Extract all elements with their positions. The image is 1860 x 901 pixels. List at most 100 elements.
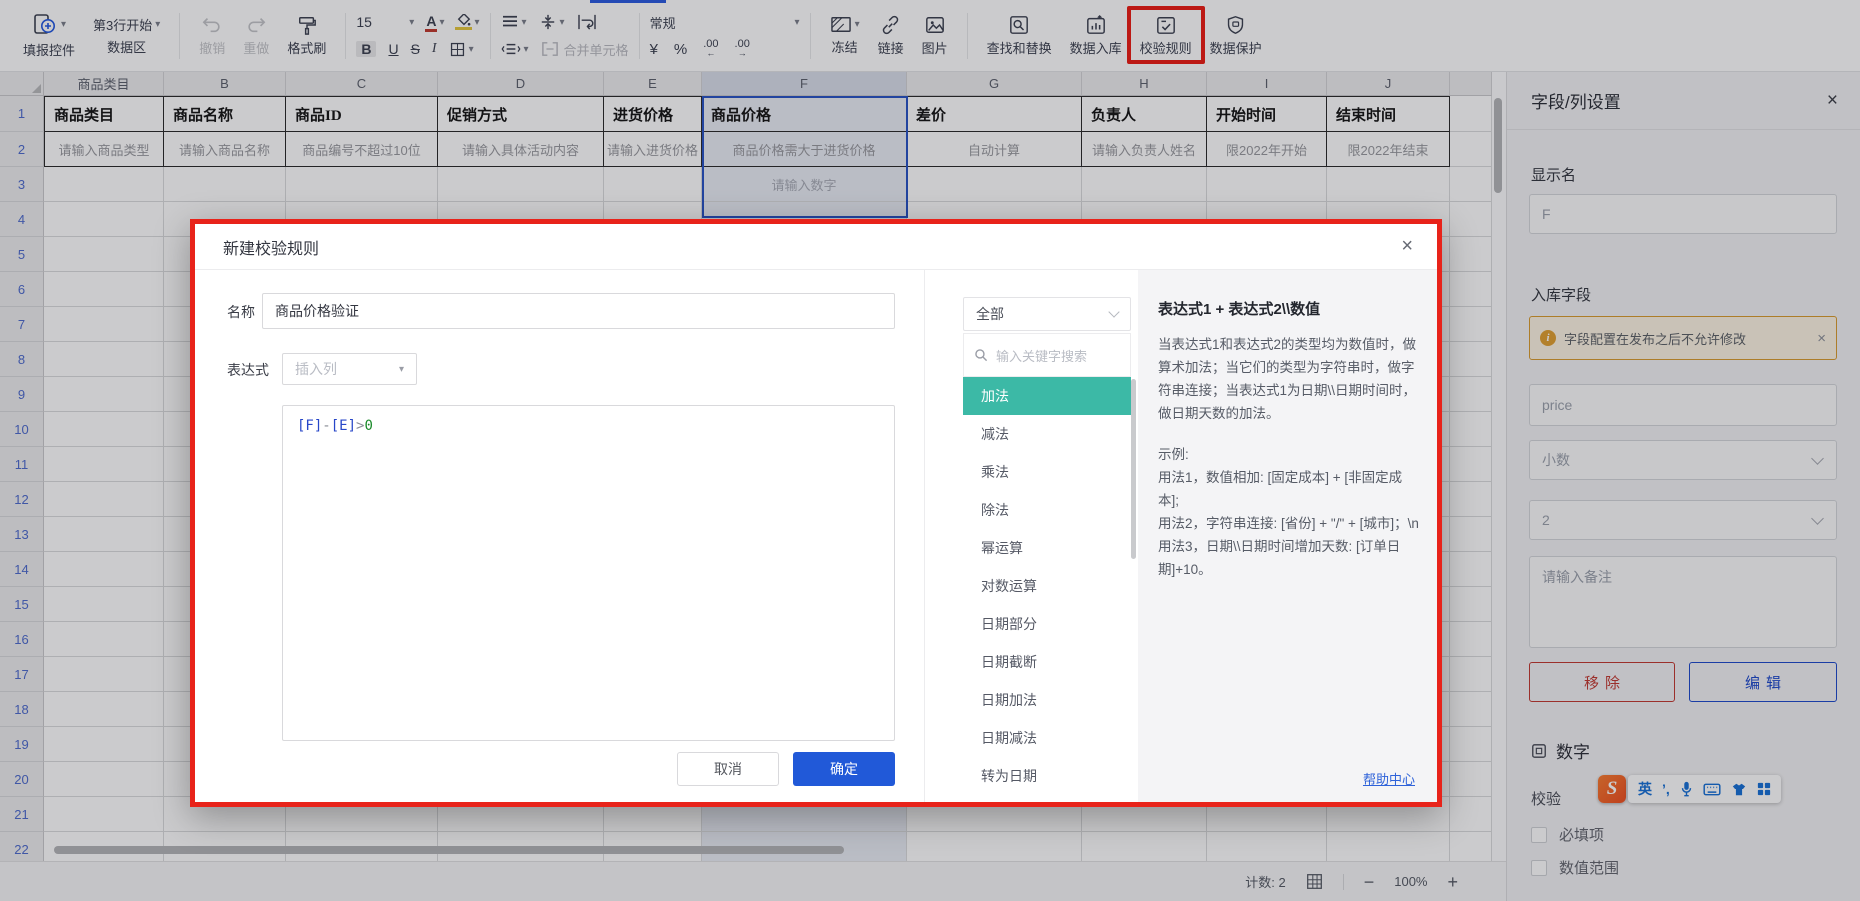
row-number[interactable]: 20: [0, 762, 44, 797]
cell[interactable]: [44, 377, 164, 412]
function-item[interactable]: 加法: [963, 377, 1131, 415]
function-item[interactable]: 日期减法: [963, 719, 1131, 757]
row-number[interactable]: 17: [0, 657, 44, 692]
cell[interactable]: [44, 202, 164, 237]
row-number[interactable]: 5: [0, 237, 44, 272]
col-header[interactable]: H: [1082, 72, 1207, 96]
format-painter-button[interactable]: 格式刷: [278, 15, 335, 57]
cell[interactable]: [44, 727, 164, 762]
row-number[interactable]: 19: [0, 727, 44, 762]
horizontal-scrollbar-thumb[interactable]: [54, 846, 844, 854]
cell[interactable]: [44, 622, 164, 657]
cell[interactable]: [1450, 587, 1492, 622]
percent-format-button[interactable]: %: [674, 41, 687, 58]
function-item[interactable]: 日期截断: [963, 643, 1131, 681]
cell[interactable]: 请输入商品类型: [44, 132, 164, 167]
currency-format-button[interactable]: ¥: [650, 41, 658, 58]
font-color-button[interactable]: A ▾: [426, 13, 444, 32]
cell[interactable]: [1450, 762, 1492, 797]
cell[interactable]: [1450, 692, 1492, 727]
display-name-input[interactable]: F: [1529, 194, 1837, 234]
cell[interactable]: [1450, 482, 1492, 517]
col-header[interactable]: D: [438, 72, 604, 96]
vertical-align-button[interactable]: ▾: [539, 14, 565, 30]
fill-color-button[interactable]: ▾: [456, 14, 479, 30]
rule-name-input[interactable]: 商品价格验证: [262, 293, 895, 329]
warning-close-icon[interactable]: ×: [1817, 330, 1826, 347]
number-format-select[interactable]: 常规: [650, 13, 676, 32]
col-header[interactable]: G: [907, 72, 1082, 96]
cell[interactable]: [1450, 342, 1492, 377]
cell[interactable]: [44, 342, 164, 377]
row-number[interactable]: 10: [0, 412, 44, 447]
help-center-link[interactable]: 帮助中心: [1363, 769, 1415, 788]
cell[interactable]: [44, 482, 164, 517]
cell[interactable]: 自动计算: [907, 132, 1082, 167]
borders-button[interactable]: ▾: [449, 41, 474, 58]
cell[interactable]: [1450, 307, 1492, 342]
image-button[interactable]: 图片: [913, 15, 957, 57]
validation-rules-button[interactable]: 校验规则: [1131, 15, 1201, 57]
ime-punctuation-toggle[interactable]: ’,: [1662, 781, 1670, 797]
decimal-places-select[interactable]: 2: [1529, 500, 1837, 540]
cell[interactable]: [44, 307, 164, 342]
row-number[interactable]: 3: [0, 167, 44, 202]
cell[interactable]: [907, 167, 1082, 202]
ok-button[interactable]: 确定: [793, 752, 895, 786]
row-number[interactable]: 4: [0, 202, 44, 237]
sogou-logo-icon[interactable]: S: [1598, 775, 1626, 803]
function-item[interactable]: 乘法: [963, 453, 1131, 491]
merge-cells-button[interactable]: 合并单元格: [541, 40, 629, 59]
cell[interactable]: [44, 552, 164, 587]
cell[interactable]: [1450, 96, 1492, 132]
cell[interactable]: 请输入商品名称: [164, 132, 286, 167]
indent-button[interactable]: ▾: [501, 42, 529, 56]
row-number[interactable]: 22: [0, 832, 44, 861]
data-protect-button[interactable]: 数据保护: [1201, 15, 1271, 57]
expression-editor[interactable]: [F]-[E]>0: [282, 405, 895, 741]
col-header[interactable]: I: [1207, 72, 1327, 96]
row-number[interactable]: 16: [0, 622, 44, 657]
row-number[interactable]: 12: [0, 482, 44, 517]
function-item[interactable]: 减法: [963, 415, 1131, 453]
microphone-icon[interactable]: [1680, 781, 1693, 797]
grid-view-icon[interactable]: [1306, 873, 1323, 890]
cell[interactable]: [44, 412, 164, 447]
row-number[interactable]: 18: [0, 692, 44, 727]
cell[interactable]: 商品名称: [164, 96, 286, 132]
function-list-scrollbar[interactable]: [1131, 379, 1136, 559]
cancel-button[interactable]: 取消: [677, 752, 779, 786]
select-all-corner[interactable]: [0, 72, 44, 96]
cell[interactable]: [1207, 167, 1327, 202]
function-item[interactable]: 除法: [963, 491, 1131, 529]
zoom-out-button[interactable]: −: [1364, 874, 1375, 890]
function-search[interactable]: 输入关键字搜索: [963, 333, 1131, 377]
wrap-text-button[interactable]: [577, 14, 597, 30]
row-number[interactable]: 6: [0, 272, 44, 307]
cell[interactable]: [44, 762, 164, 797]
cell[interactable]: [44, 797, 164, 832]
row-number[interactable]: 8: [0, 342, 44, 377]
cell[interactable]: 请输入数字: [702, 167, 907, 202]
function-item[interactable]: 日期加法: [963, 681, 1131, 719]
vertical-scrollbar[interactable]: [1494, 96, 1502, 844]
col-header[interactable]: F: [702, 72, 907, 96]
cell[interactable]: [1450, 517, 1492, 552]
remove-button[interactable]: 移除: [1529, 662, 1675, 702]
function-item[interactable]: 日期部分: [963, 605, 1131, 643]
row-number[interactable]: 11: [0, 447, 44, 482]
cell[interactable]: [1450, 447, 1492, 482]
function-item[interactable]: 对数运算: [963, 567, 1131, 605]
row-number[interactable]: 9: [0, 377, 44, 412]
sogou-ime-toolbar[interactable]: S 英 ’,: [1598, 774, 1781, 804]
cell[interactable]: 开始时间: [1207, 96, 1327, 132]
field-type-select[interactable]: 小数: [1529, 440, 1837, 480]
keyboard-icon[interactable]: [1703, 783, 1721, 796]
data-zone-button[interactable]: 第3行开始 ▾ 数据区: [84, 15, 169, 56]
strikethrough-button[interactable]: S: [411, 41, 420, 57]
cell[interactable]: [44, 237, 164, 272]
remark-textarea[interactable]: 请输入备注: [1529, 556, 1837, 648]
cell[interactable]: [1450, 272, 1492, 307]
cell[interactable]: [1450, 797, 1492, 832]
close-icon[interactable]: ×: [1827, 90, 1838, 112]
